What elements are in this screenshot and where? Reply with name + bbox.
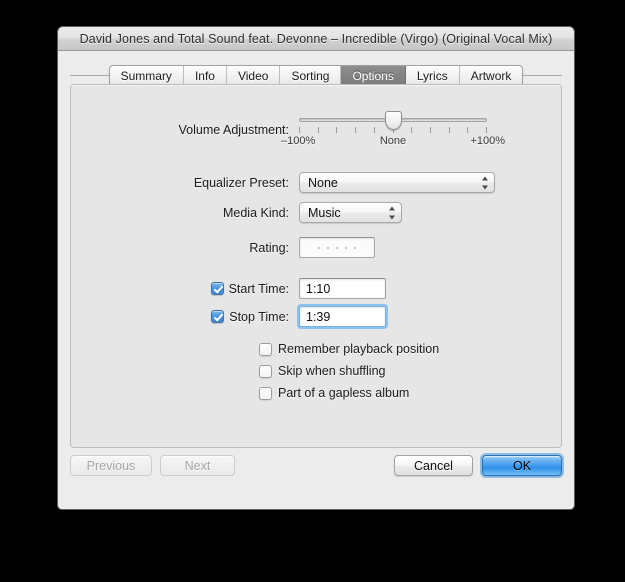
dialog-title: David Jones and Total Sound feat. Devonn… — [79, 31, 553, 46]
cancel-button-label: Cancel — [414, 458, 453, 473]
equalizer-preset-label: Equalizer Preset: — [193, 175, 289, 190]
remember-playback-position-label: Remember playback position — [278, 342, 440, 356]
start-time-row: Start Time: 1:10 — [71, 278, 561, 299]
rating-label: Rating: — [249, 240, 289, 255]
volume-adjustment-row: Volume Adjustment: –100% None +100% — [71, 109, 561, 151]
chevron-updown-icon — [388, 206, 395, 219]
ok-button[interactable]: OK — [482, 455, 562, 476]
media-kind-value: Music — [308, 205, 341, 220]
skip-when-shuffling-row[interactable]: Skip when shuffling — [259, 360, 439, 382]
equalizer-preset-row: Equalizer Preset: None — [71, 172, 561, 193]
volume-max-label: +100% — [470, 135, 505, 147]
volume-slider-tick — [299, 127, 300, 133]
tab-options[interactable]: Options — [341, 66, 406, 86]
volume-slider-thumb[interactable] — [384, 111, 402, 130]
next-button-label: Next — [184, 458, 211, 473]
rating-star-icon[interactable] — [354, 246, 356, 249]
tab-info[interactable]: Info — [184, 66, 227, 86]
ok-button-label: OK — [512, 458, 532, 473]
chevron-updown-icon — [481, 176, 488, 189]
remember-playback-position-row[interactable]: Remember playback position — [259, 338, 439, 360]
media-kind-row: Media Kind: Music — [71, 202, 561, 223]
equalizer-preset-select[interactable]: None — [299, 172, 495, 193]
cancel-button[interactable]: Cancel — [394, 455, 473, 476]
stop-time-label: Stop Time: — [229, 309, 289, 324]
tab-sorting[interactable]: Sorting — [280, 66, 342, 86]
tab-options-label: Options — [352, 69, 394, 83]
start-time-checkbox[interactable] — [210, 282, 224, 295]
volume-slider-tick — [355, 127, 357, 133]
volume-slider-tick — [429, 127, 431, 133]
track-info-dialog: David Jones and Total Sound feat. Devonn… — [57, 26, 575, 510]
rating-stars-field[interactable] — [299, 237, 375, 258]
screenshot-frame: David Jones and Total Sound feat. Devonn… — [0, 0, 625, 582]
rating-star-icon[interactable] — [318, 246, 320, 249]
gapless-album-row[interactable]: Part of a gapless album — [259, 382, 439, 404]
playback-options-checklist: Remember playback position Skip when shu… — [259, 338, 439, 404]
volume-slider-tick — [317, 127, 319, 133]
start-time-check-group: Start Time: — [71, 282, 289, 296]
tab-lyrics[interactable]: Lyrics — [406, 66, 460, 86]
volume-slider-tick — [448, 127, 450, 133]
volume-slider-tick — [336, 127, 338, 133]
next-button[interactable]: Next — [160, 455, 235, 476]
tab-lyrics-label: Lyrics — [416, 69, 448, 83]
volume-adjustment-label: Volume Adjustment: — [178, 123, 289, 137]
equalizer-preset-value: None — [308, 175, 338, 190]
rating-star-icon[interactable] — [327, 246, 329, 249]
start-time-value: 1:10 — [306, 281, 331, 296]
stop-time-checkbox[interactable] — [211, 310, 225, 323]
skip-when-shuffling-checkbox[interactable] — [259, 364, 272, 378]
options-panel: Volume Adjustment: –100% None +100% Equa… — [70, 84, 562, 448]
stop-time-row: Stop Time: 1:39 — [71, 304, 561, 329]
gapless-album-label: Part of a gapless album — [278, 386, 410, 400]
start-time-input[interactable]: 1:10 — [299, 278, 386, 299]
volume-slider[interactable]: –100% None +100% — [281, 109, 505, 151]
rating-row: Rating: — [71, 237, 561, 258]
dialog-titlebar[interactable]: David Jones and Total Sound feat. Devonn… — [58, 27, 574, 51]
stop-time-input[interactable]: 1:39 — [297, 304, 388, 329]
skip-when-shuffling-label: Skip when shuffling — [278, 364, 386, 378]
tab-summary-label: Summary — [120, 69, 172, 83]
dialog-button-bar: Previous Next Cancel OK — [58, 455, 574, 495]
tab-sorting-label: Sorting — [291, 69, 330, 83]
volume-slider-tick — [373, 127, 375, 133]
tab-artwork-label: Artwork — [470, 69, 512, 83]
media-kind-select[interactable]: Music — [299, 202, 402, 223]
stop-time-check-group: Stop Time: — [71, 310, 289, 324]
volume-slider-tick — [467, 127, 469, 133]
dialog-body: Summary Info Video Sorting Options Lyric… — [58, 51, 574, 509]
tab-video-label: Video — [237, 69, 269, 83]
volume-slider-labels: –100% None +100% — [281, 135, 505, 149]
tab-artwork[interactable]: Artwork — [460, 66, 523, 86]
volume-slider-tick — [411, 127, 413, 133]
previous-button-label: Previous — [86, 458, 136, 473]
volume-min-label: –100% — [281, 135, 316, 147]
gapless-album-checkbox[interactable] — [259, 386, 272, 400]
media-kind-label: Media Kind: — [222, 205, 289, 220]
stop-time-value: 1:39 — [306, 309, 331, 324]
previous-button[interactable]: Previous — [70, 455, 152, 476]
start-time-label: Start Time: — [228, 281, 289, 296]
rating-star-icon[interactable] — [336, 246, 338, 249]
remember-playback-position-checkbox[interactable] — [259, 342, 272, 356]
rating-star-icon[interactable] — [345, 246, 347, 249]
tab-video[interactable]: Video — [227, 66, 281, 86]
volume-slider-tick — [486, 127, 487, 133]
tab-info-label: Info — [194, 69, 215, 83]
volume-mid-label: None — [379, 135, 407, 147]
tab-summary[interactable]: Summary — [110, 66, 184, 86]
